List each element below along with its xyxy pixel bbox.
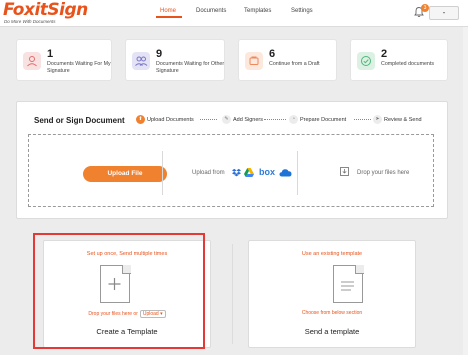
drop-icon (340, 167, 349, 176)
card-count: 9 (156, 48, 163, 60)
send-template-title: Send a template (304, 327, 360, 336)
step-label: Review & Send (384, 117, 422, 123)
main-nav: Home Documents Templates Settings (0, 8, 468, 27)
scrollbar[interactable] (463, 27, 468, 355)
send-step-icon: ➤ (373, 115, 382, 125)
notification-badge: 3 (421, 4, 429, 12)
divider (297, 151, 298, 195)
template-document-icon (333, 264, 364, 303)
user-menu-dropdown[interactable]: - (429, 6, 459, 20)
step-connector (200, 119, 217, 120)
google-drive-icon[interactable] (244, 168, 254, 177)
divider (162, 151, 163, 195)
panel-title: Send or Sign Document (34, 116, 125, 125)
send-template-caption: Use an existing template (301, 251, 363, 257)
user-icon (23, 52, 41, 70)
step-prepare-document[interactable]: ◔ Prepare Document (289, 115, 346, 125)
divider (232, 244, 233, 344)
card-count: 1 (47, 48, 54, 60)
drop-files-label: Drop your files here (357, 170, 410, 176)
prepare-step-icon: ◔ (289, 115, 298, 125)
card-completed[interactable]: 2 Completed documents (350, 39, 448, 81)
step-review-send[interactable]: ➤ Review & Send (373, 115, 422, 125)
upload-file-button[interactable]: Upload File (83, 166, 167, 182)
dropbox-icon[interactable] (232, 168, 241, 177)
card-label: Completed documents (381, 61, 434, 67)
step-connector (354, 119, 371, 120)
card-waiting-other-signature[interactable]: 9 Documents Waiting for Other Signature (125, 39, 225, 81)
step-add-signers[interactable]: ✎ Add Signers (222, 115, 263, 125)
card-label: Documents Waiting for Other Signature (156, 61, 225, 74)
step-label: Upload Documents (147, 117, 194, 123)
active-nav-indicator (156, 16, 182, 18)
send-template-sub: Choose from below section (301, 310, 363, 316)
top-header: FoxitSign Do More With Documents Home Do… (0, 0, 468, 27)
card-label: Continue from a Draft (269, 61, 320, 67)
signer-step-icon: ✎ (222, 115, 231, 125)
upload-step-icon: ⬆ (136, 115, 145, 125)
send-template-card[interactable]: Use an existing template Choose from bel… (248, 240, 416, 348)
nav-settings[interactable]: Settings (291, 8, 313, 14)
nav-home[interactable]: Home (160, 8, 176, 14)
users-icon (132, 52, 150, 70)
onedrive-icon[interactable] (279, 168, 292, 177)
card-label: Documents Waiting For My Signature (47, 61, 111, 74)
step-label: Prepare Document (300, 117, 347, 123)
card-count: 6 (269, 48, 276, 60)
nav-documents[interactable]: Documents (196, 8, 226, 14)
step-label: Add Signers (233, 117, 263, 123)
upload-from-label: Upload from (192, 170, 225, 176)
box-icon[interactable]: box (259, 167, 275, 177)
send-sign-panel: Send or Sign Document ⬆ Upload Documents … (16, 101, 448, 219)
highlight-box (33, 233, 205, 349)
check-icon (357, 52, 375, 70)
card-continue-draft[interactable]: 6 Continue from a Draft (238, 39, 337, 81)
step-connector (264, 119, 286, 120)
file-dropzone[interactable]: Upload File Upload from box Drop your fi… (28, 134, 434, 207)
step-upload-documents[interactable]: ⬆ Upload Documents (136, 115, 194, 125)
card-waiting-my-signature[interactable]: 1 Documents Waiting For My Signature (16, 39, 112, 81)
draft-icon (245, 52, 263, 70)
nav-templates[interactable]: Templates (244, 8, 271, 14)
card-count: 2 (381, 48, 388, 60)
